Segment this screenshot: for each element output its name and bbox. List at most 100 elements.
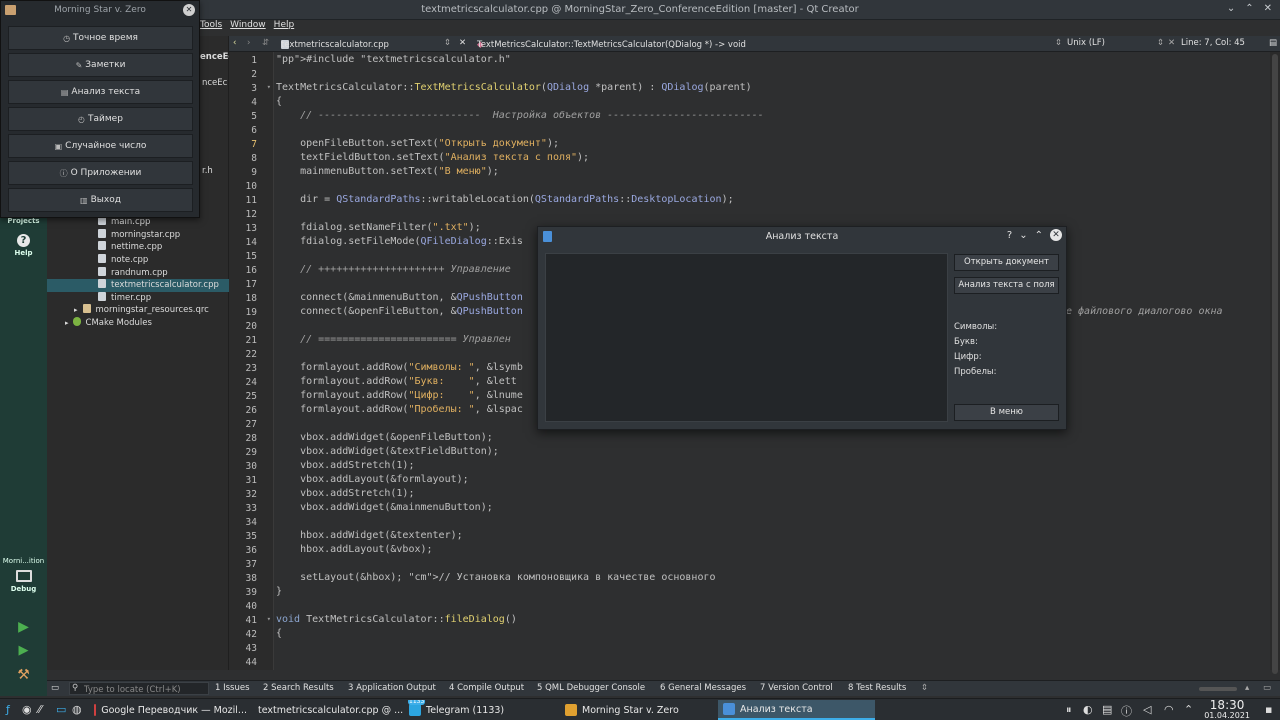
file-icon	[98, 254, 106, 263]
menu-item-3[interactable]: ▤ Анализ текста	[8, 80, 193, 104]
minimize-icon[interactable]: ⌄	[1019, 230, 1027, 241]
code-line: }	[276, 586, 283, 597]
menu-item-5[interactable]: ▣ Случайное число	[8, 134, 193, 158]
back-to-menu-button[interactable]: В меню	[954, 404, 1059, 421]
browser-icon[interactable]: ◍	[72, 703, 82, 716]
toggle-sidebar-icon[interactable]: ▭	[51, 683, 59, 693]
tray-expand-icon[interactable]: ⌃	[1184, 703, 1193, 716]
code-line: formlayout.addRow("Цифр: ", &lnume	[276, 390, 523, 401]
notifications-icon[interactable]: ⓘ	[1121, 703, 1132, 719]
maximize-icon[interactable]: ⌃	[1245, 3, 1253, 14]
media-pause-icon[interactable]: ⏸	[1066, 703, 1072, 717]
build-hammer-icon[interactable]: ⚒	[0, 667, 47, 683]
line-number: 39	[245, 587, 257, 598]
files-icon[interactable]: ▭	[56, 703, 66, 716]
run-icon[interactable]: ▶	[0, 619, 47, 635]
chevron-right-icon[interactable]: ▸	[65, 319, 69, 327]
line-number: 4	[251, 97, 257, 108]
tab-search-results[interactable]: 2 Search Results	[263, 683, 334, 693]
scrollbar-thumb[interactable]	[1272, 54, 1278, 674]
menu-item-2[interactable]: ✎ Заметки	[8, 53, 193, 77]
line-ending-selector[interactable]: Unix (LF)	[1067, 38, 1105, 48]
chevron-right-icon[interactable]: ▸	[74, 306, 78, 314]
kit-selector[interactable]: Morni...ition Debug	[0, 557, 47, 593]
help-icon[interactable]: ?	[1007, 230, 1012, 241]
tab-issues[interactable]: 1 Issues	[215, 683, 250, 693]
tab-version-control[interactable]: 7 Version Control	[760, 683, 833, 693]
tree-item-nettime[interactable]: nettime.cpp	[47, 241, 229, 254]
fold-marker-icon[interactable]: ▾	[267, 83, 271, 91]
wifi-icon[interactable]: ◠	[1164, 703, 1174, 716]
tree-item-resources[interactable]: ▸ morningstar_resources.qrc	[47, 304, 229, 317]
launcher-w-icon[interactable]: ⁄⁄	[38, 703, 42, 716]
editor-scrollbar[interactable]	[1270, 52, 1280, 674]
locator-input[interactable]: ⚲ Type to locate (Ctrl+K)	[69, 682, 209, 695]
code-line: "pp">#include "textmetricscalculator.h"	[276, 54, 511, 65]
task-qt-creator[interactable]: textmetricscalculator.cpp @ ...	[248, 700, 403, 720]
security-icon[interactable]: ◐	[1083, 703, 1093, 716]
tree-item-textmetricscalculator[interactable]: textmetricscalculator.cpp	[47, 279, 229, 292]
morning-star-icon	[565, 704, 577, 716]
volume-icon[interactable]: ◁	[1143, 703, 1151, 716]
file-icon	[98, 279, 106, 288]
code-line: void TextMetricsCalculator::fileDialog()	[276, 614, 517, 625]
split-icon[interactable]: ⇵	[262, 38, 269, 48]
lock-icon[interactable]: ✕	[1168, 38, 1175, 48]
tab-general-messages[interactable]: 6 General Messages	[660, 683, 746, 693]
line-number: 32	[245, 489, 257, 500]
line-number: 6	[251, 125, 257, 136]
monitor-icon	[15, 570, 32, 582]
fold-marker-icon[interactable]: ▾	[267, 615, 271, 623]
nav-back-icon[interactable]: ‹	[233, 38, 236, 48]
cursor-position[interactable]: Line: 7, Col: 45	[1181, 38, 1245, 48]
line-ending-dropdown-icon[interactable]: ⇕	[1157, 38, 1164, 48]
text-input-area[interactable]	[545, 253, 948, 422]
task-morning-star[interactable]: Morning Star v. Zero	[560, 700, 715, 720]
nav-forward-icon[interactable]: ›	[247, 38, 250, 48]
popup-close-icon[interactable]: ✕	[183, 4, 195, 16]
debug-run-icon[interactable]: ▶	[0, 643, 47, 658]
more-tabs-icon[interactable]: ⇕	[921, 683, 928, 693]
line-number: 18	[245, 293, 257, 304]
clipboard-icon[interactable]: ▤	[1102, 703, 1112, 716]
file-dropdown-icon[interactable]: ⇕	[444, 38, 451, 48]
progress-details-icon[interactable]: ▴	[1245, 683, 1249, 693]
tree-item-cmake-modules[interactable]: ▸ CMake Modules	[47, 317, 229, 330]
clock[interactable]: 18:30 01.04.2021	[1204, 699, 1250, 720]
mode-projects[interactable]: Projects	[0, 217, 47, 225]
show-desktop-icon[interactable]: ▪	[1265, 703, 1272, 716]
menu-item-7[interactable]: ▥ Выход	[8, 188, 193, 212]
tree-item-note[interactable]: note.cpp	[47, 254, 229, 267]
task-google-translate[interactable]: Google Переводчик — Mozil...	[89, 700, 247, 720]
line-number: 13	[245, 223, 257, 234]
menu-item-4[interactable]: ◴ Таймер	[8, 107, 193, 131]
minimize-icon[interactable]: ⌄	[1227, 3, 1235, 14]
close-icon[interactable]: ✕	[1050, 229, 1062, 241]
task-text-analysis[interactable]: Анализ текста	[718, 700, 875, 720]
menu-help[interactable]: Help	[274, 20, 295, 36]
tab-compile-output[interactable]: 4 Compile Output	[449, 683, 524, 693]
menu-item-1[interactable]: ◷ Точное время	[8, 26, 193, 50]
split-editor-icon[interactable]: ▤	[1269, 38, 1277, 48]
toggle-output-icon[interactable]: ▭	[1263, 683, 1271, 693]
app-launcher-icon[interactable]: ƒ	[6, 703, 10, 716]
menu-window[interactable]: Window	[230, 20, 266, 36]
menu-item-6[interactable]: ⓘ О Приложении	[8, 161, 193, 185]
tab-application-output[interactable]: 3 Application Output	[348, 683, 436, 693]
task-telegram[interactable]: 1133 Telegram (1133)	[404, 700, 559, 720]
maximize-icon[interactable]: ⌃	[1035, 230, 1043, 241]
close-icon[interactable]: ✕	[1264, 3, 1272, 14]
line-number: 14	[245, 237, 257, 248]
tab-qml-debugger-console[interactable]: 5 QML Debugger Console	[537, 683, 645, 693]
close-document-icon[interactable]: ✕	[459, 38, 466, 48]
taskbar: ƒ ◉ ⁄⁄ ▭ ◍ Google Переводчик — Mozil... …	[0, 698, 1280, 720]
menu-tools[interactable]: Tools	[200, 20, 222, 36]
tab-test-results[interactable]: 8 Test Results	[848, 683, 906, 693]
analyze-text-field-button[interactable]: Анализ текста с поля	[954, 277, 1059, 294]
symbol-dropdown-icon[interactable]: ⇕	[1055, 38, 1062, 48]
mode-help[interactable]: ? Help	[0, 234, 47, 257]
open-document-button[interactable]: Открыть документ	[954, 254, 1059, 271]
line-number: 1	[251, 55, 257, 66]
discord-icon[interactable]: ◉	[22, 703, 32, 716]
text-analysis-dialog: Анализ текста ? ⌄ ⌃ ✕ Открыть документ А…	[537, 226, 1067, 430]
